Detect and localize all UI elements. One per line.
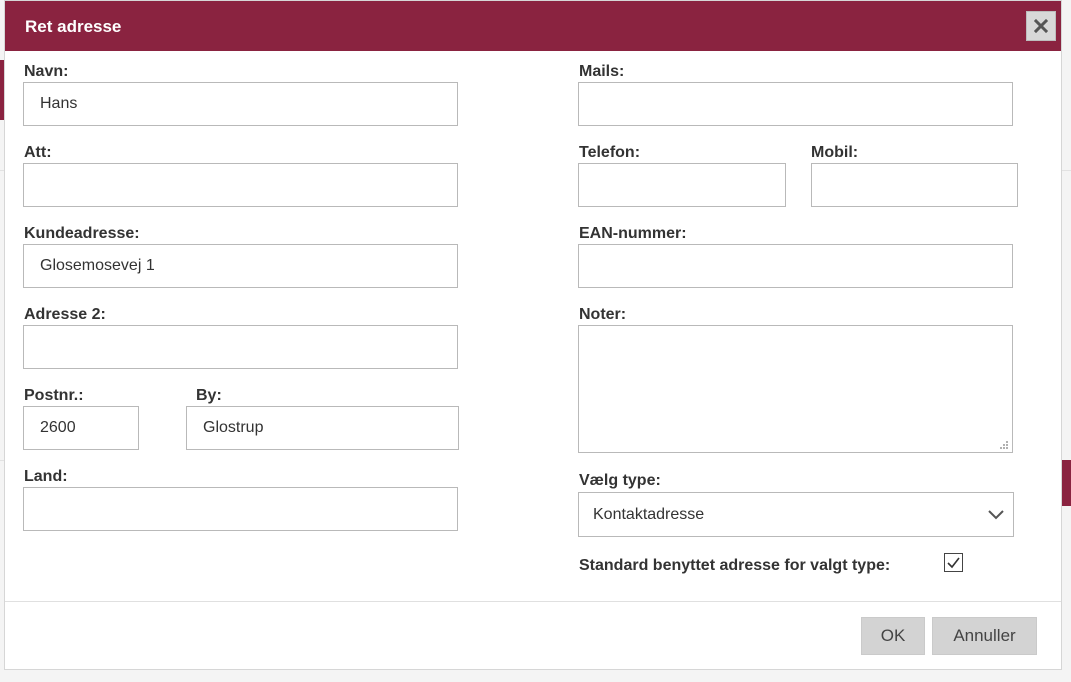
ok-button[interactable]: OK xyxy=(861,617,925,655)
mails-input[interactable] xyxy=(578,82,1013,126)
telefon-label: Telefon: xyxy=(579,144,641,161)
close-button[interactable] xyxy=(1026,11,1056,41)
mails-label: Mails: xyxy=(579,63,625,80)
telefon-input[interactable] xyxy=(578,163,786,207)
ean-label: EAN-nummer: xyxy=(579,225,687,242)
kundeadresse-label: Kundeadresse: xyxy=(24,225,140,242)
standard-label: Standard benyttet adresse for valgt type… xyxy=(579,557,891,574)
edit-address-dialog: Ret adresse Navn: Att: Kundeadresse: Adr… xyxy=(4,0,1062,670)
by-label: By: xyxy=(196,387,222,404)
checkmark-icon xyxy=(947,557,960,569)
resize-grip-icon[interactable] xyxy=(999,440,1009,450)
type-select-value: Kontaktadresse xyxy=(593,506,705,523)
chevron-down-icon xyxy=(988,510,1004,520)
background-header-stub xyxy=(1062,460,1071,506)
dialog-title: Ret adresse xyxy=(25,17,122,36)
att-label: Att: xyxy=(24,144,52,161)
type-label: Vælg type: xyxy=(579,472,661,489)
postnr-input[interactable] xyxy=(23,406,139,450)
standard-checkbox[interactable] xyxy=(944,553,963,572)
ean-input[interactable] xyxy=(578,244,1013,288)
navn-input[interactable] xyxy=(23,82,458,126)
kundeadresse-input[interactable] xyxy=(23,244,458,288)
navn-label: Navn: xyxy=(24,63,69,80)
footer-divider xyxy=(5,601,1061,602)
cancel-button[interactable]: Annuller xyxy=(932,617,1037,655)
type-select[interactable]: Kontaktadresse xyxy=(578,492,1014,537)
adresse2-input[interactable] xyxy=(23,325,458,369)
close-icon xyxy=(1034,19,1048,33)
mobil-input[interactable] xyxy=(811,163,1018,207)
mobil-label: Mobil: xyxy=(811,144,859,161)
att-input[interactable] xyxy=(23,163,458,207)
noter-label: Noter: xyxy=(579,306,627,323)
land-label: Land: xyxy=(24,468,68,485)
adresse2-label: Adresse 2: xyxy=(24,306,106,323)
postnr-label: Postnr.: xyxy=(24,387,84,404)
dialog-titlebar: Ret adresse xyxy=(5,1,1061,51)
noter-textarea[interactable] xyxy=(578,325,1013,453)
land-input[interactable] xyxy=(23,487,458,531)
by-input[interactable] xyxy=(186,406,459,450)
